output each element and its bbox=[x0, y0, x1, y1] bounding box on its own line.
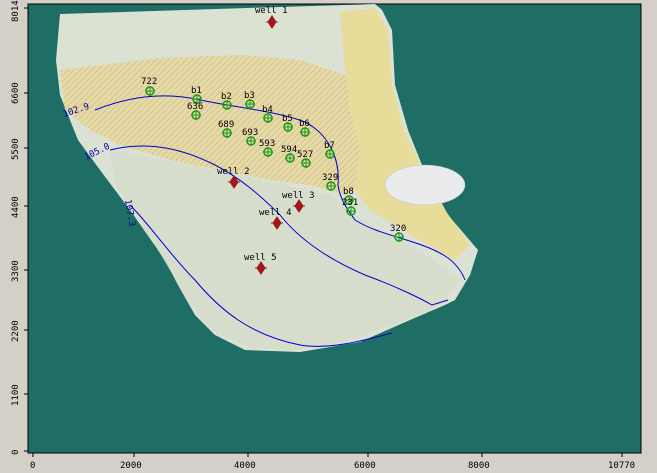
observation-label: 231 bbox=[342, 198, 358, 208]
observation-label: 593 bbox=[259, 139, 275, 149]
observation-label: 329 bbox=[322, 173, 338, 183]
observation-label: 693 bbox=[242, 128, 258, 138]
well-label: well 3 bbox=[282, 191, 315, 201]
y-tick-label: 8014 bbox=[11, 0, 21, 22]
observation-label: 722 bbox=[141, 77, 157, 87]
x-tick-label: 0 bbox=[30, 461, 35, 471]
x-tick-label: 4000 bbox=[234, 461, 256, 471]
observation-label: 320 bbox=[390, 224, 406, 234]
y-tick-label: 5500 bbox=[11, 138, 21, 160]
x-axis: 0 2000 4000 6000 8000 10770 bbox=[28, 452, 641, 471]
observation-label: b4 bbox=[262, 105, 273, 115]
pale-lens-feature bbox=[384, 164, 466, 206]
x-tick-label: 8000 bbox=[468, 461, 490, 471]
observation-label: 636 bbox=[187, 102, 203, 112]
observation-label: b2 bbox=[221, 92, 232, 102]
observation-label: b3 bbox=[244, 91, 255, 101]
y-tick-label: 3300 bbox=[11, 260, 21, 282]
observation-label: 689 bbox=[218, 120, 234, 130]
observation-label: b8 bbox=[343, 187, 354, 197]
x-tick-label: 6000 bbox=[354, 461, 376, 471]
groundwater-model-map: 102.9 105.0 107.3 722 b1 b2 b3 636 b4 b5… bbox=[11, 0, 642, 471]
y-tick-label: 2200 bbox=[11, 320, 21, 342]
observation-label: 594 bbox=[281, 145, 297, 155]
well-label: well 5 bbox=[244, 253, 277, 263]
observation-label: 527 bbox=[297, 150, 313, 160]
y-axis: 8014 6600 5500 4400 3300 2200 1100 0 bbox=[11, 0, 29, 455]
observation-label: b7 bbox=[324, 141, 335, 151]
y-tick-label: 0 bbox=[11, 450, 21, 455]
observation-label: b1 bbox=[191, 86, 202, 96]
well-label: well 2 bbox=[217, 167, 250, 177]
well-label: well 4 bbox=[259, 208, 292, 218]
observation-label: b6 bbox=[299, 119, 310, 129]
observation-label: b5 bbox=[282, 114, 293, 124]
x-tick-label: 2000 bbox=[120, 461, 142, 471]
x-tick-label: 10770 bbox=[608, 461, 635, 471]
y-tick-label: 4400 bbox=[11, 196, 21, 218]
well-label: well 1 bbox=[255, 6, 288, 16]
y-tick-label: 1100 bbox=[11, 384, 21, 406]
y-tick-label: 6600 bbox=[11, 82, 21, 104]
